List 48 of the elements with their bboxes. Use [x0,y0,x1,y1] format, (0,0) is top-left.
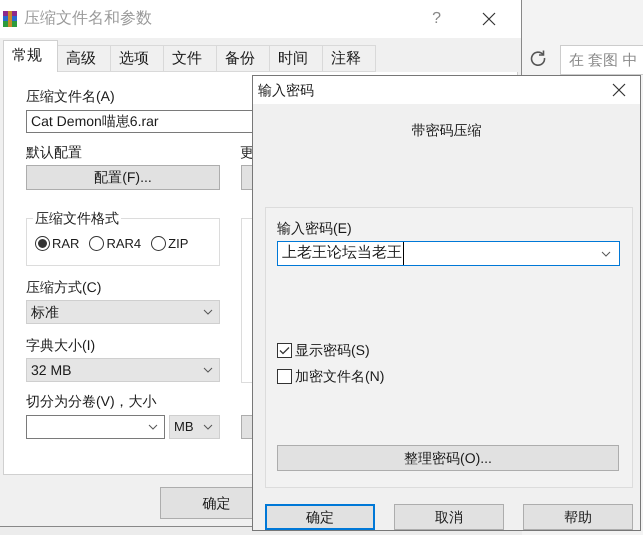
dialog-button[interactable]: 帮助 [523,504,633,530]
close-icon[interactable] [611,82,627,98]
tab[interactable]: 注释 [323,45,376,72]
tab[interactable]: 时间 [270,45,323,72]
radio-button[interactable]: RAR [35,234,80,254]
tab[interactable]: 文件 [164,45,217,72]
ok-button[interactable]: 确定 [160,487,252,519]
field-label: 压缩文件名(A) [26,87,115,106]
chevron-icon [203,367,213,373]
checkbox[interactable]: 加密文件名(N) [277,367,632,385]
radio-button[interactable]: RAR4 [89,234,142,254]
help-button[interactable]: ? [432,7,441,31]
dialog-heading: 带密码压缩 [410,121,482,140]
archive-icon [2,10,18,28]
field-label: 切分为分卷(V)，大小 [26,392,157,411]
refresh-icon[interactable] [528,48,548,68]
dialog-button[interactable]: 取消 [394,504,504,530]
window-title: 输入密码 [258,80,314,100]
radio-button[interactable]: ZIP [151,234,188,254]
chevron-icon [601,250,611,256]
field-label: 输入密码(E) [277,219,352,238]
chevron-icon [148,424,158,430]
split-size-dropdown[interactable] [26,415,165,439]
check-icon [279,346,290,354]
profile-button[interactable]: 配置(F)... [26,165,220,190]
checkbox[interactable]: 显示密码(S) [277,341,632,359]
field-label: 默认配置 [26,143,83,162]
method-dropdown[interactable]: 标准 [26,300,220,324]
tab[interactable]: 备份 [217,45,270,72]
archive-name-field[interactable]: Cat Demon喵崽6.rar [26,110,253,133]
organize-passwords-button[interactable]: 整理密码(O)... [277,445,619,471]
unit-dropdown[interactable]: MB [169,415,220,439]
window-title: 压缩文件名和参数 [24,8,152,29]
chevron-icon [203,424,213,430]
tab[interactable]: 高级 [58,45,111,72]
tab[interactable]: 常规 [3,40,58,72]
tab[interactable]: 选项 [111,45,164,72]
field-label: 字典大小(I) [26,336,96,355]
dialog-button[interactable]: 确定 [265,504,375,530]
field-label: 更 [240,143,253,162]
dictionary-dropdown[interactable]: 32 MB [26,358,220,382]
button-stub [241,415,253,439]
close-icon[interactable] [481,11,497,27]
search-field[interactable]: 在 套图 中 [560,45,643,75]
password-field[interactable]: 上老王论坛当老王 [277,241,620,266]
field-label: 压缩方式(C) [26,278,102,297]
chevron-icon [203,309,213,315]
button-stub [241,165,253,190]
